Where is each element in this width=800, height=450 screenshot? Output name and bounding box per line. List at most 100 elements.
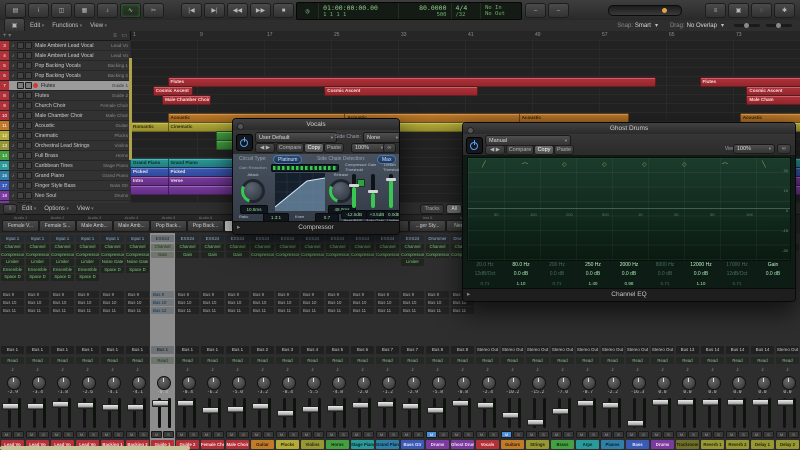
fader-thumb[interactable] [427, 406, 444, 414]
pan-knob[interactable] [756, 376, 771, 390]
solo-button[interactable]: S [713, 431, 724, 438]
fader-thumb[interactable] [752, 399, 769, 406]
pan-knob[interactable] [581, 376, 596, 390]
eq-band-column[interactable]: 8000 Hz 0.0 dB 0.71 [647, 261, 683, 291]
track-solo-button[interactable] [25, 82, 32, 89]
fader-track[interactable] [108, 398, 111, 428]
mixer-top-name-button[interactable]: Female S... [39, 220, 76, 232]
lcd-time[interactable]: 01:00:00:00.00 [323, 4, 394, 12]
pan-knob[interactable] [531, 376, 546, 390]
send-slot[interactable]: Bus 11 [276, 307, 299, 314]
go-end-button[interactable]: ▶| [204, 3, 225, 18]
insert-slot[interactable]: Gain [226, 251, 249, 258]
fader-thumb[interactable] [277, 409, 294, 417]
mute-button[interactable]: M [476, 431, 487, 438]
solo-button[interactable]: S [188, 431, 199, 438]
solo-button[interactable]: S [63, 431, 74, 438]
solo-button[interactable]: S [613, 431, 624, 438]
eq-band-frequency[interactable]: 20.0 Hz [467, 261, 503, 270]
track-mute-button[interactable] [17, 82, 24, 89]
channel-name[interactable]: Ghost Drums [451, 440, 474, 449]
insert-slot[interactable]: Channel EQ [201, 244, 224, 251]
instrument-slot[interactable]: Input 1 [26, 235, 49, 242]
insert-slot[interactable]: Limiter [401, 259, 424, 266]
pan-knob[interactable] [331, 376, 346, 390]
solo-button[interactable]: S [263, 431, 274, 438]
insert-slot[interactable]: Limiter [76, 259, 99, 266]
output-slot[interactable]: Bus 1 [101, 346, 124, 354]
send-slot[interactable]: Bus 11 [376, 307, 399, 314]
pan-knob[interactable] [156, 376, 171, 390]
eq-band-column[interactable]: 80.0 Hz 0.0 dB 1.10 [503, 261, 539, 291]
send-slot[interactable]: Bus 9 [276, 291, 299, 298]
volume-value[interactable]: -1.2 [376, 390, 399, 396]
pan-knob[interactable] [356, 376, 371, 390]
mute-button[interactable]: M [601, 431, 612, 438]
mixer-top-name-button[interactable]: Pop Back... [150, 220, 187, 232]
fader-thumb[interactable] [302, 406, 319, 414]
track-row[interactable]: 4 ♪ Male Ambient Lead Vocal Lead Vo [0, 51, 130, 61]
output-slot[interactable]: Stereo Out [776, 346, 799, 354]
fader-thumb[interactable] [627, 420, 644, 428]
mixer-top-name-button[interactable]: Pop Back... [187, 220, 224, 232]
eq-band-gain[interactable]: 0.0 dB [611, 270, 647, 279]
volume-value[interactable]: -0.8 [451, 390, 474, 396]
send-slot[interactable]: Bus 11 [101, 307, 124, 314]
pan-knob[interactable] [81, 376, 96, 390]
insert-slot[interactable]: Channel EQ [1, 244, 24, 251]
send-slot[interactable]: Bus 10 [126, 299, 149, 306]
channel-name[interactable]: Guitars [501, 440, 524, 449]
send-slot[interactable]: Bus 10 [426, 299, 449, 306]
track-solo-button[interactable] [25, 112, 32, 119]
pan-knob[interactable] [406, 376, 421, 390]
pan-knob[interactable] [281, 376, 296, 390]
volume-value[interactable]: -8.4 [276, 390, 299, 396]
eq-band-gain[interactable]: 0.0 dB [503, 270, 539, 279]
channel-name[interactable]: Reverb 1 [701, 440, 724, 449]
master-volume-slider[interactable] [608, 5, 682, 16]
mute-button[interactable]: M [551, 431, 562, 438]
solo-button[interactable]: S [513, 431, 524, 438]
arrange-region[interactable]: Romantic [130, 121, 170, 132]
threshold-slider[interactable] [349, 174, 359, 208]
output-slot[interactable]: Bus 14 [701, 346, 724, 354]
plugin-power-icon[interactable] [236, 134, 253, 151]
send-slot[interactable]: Bus 9 [151, 291, 174, 298]
eq-copy-button[interactable]: Copy [534, 145, 554, 155]
insert-slot[interactable]: Channel EQ [376, 244, 399, 251]
library-icon[interactable]: ▤ [5, 3, 26, 18]
output-slot[interactable]: Bus 4 [301, 346, 324, 354]
track-mute-button[interactable] [17, 172, 24, 179]
send-slot[interactable]: Bus 10 [176, 299, 199, 306]
eq-band-frequency[interactable]: 12000 Hz [683, 261, 719, 270]
master-volume-thumb[interactable] [662, 8, 667, 13]
output-slot[interactable]: Bus 2 [251, 346, 274, 354]
automation-mode[interactable]: Read [376, 357, 399, 364]
track-row[interactable]: 11 ♪ Acoustic Guitar [0, 121, 130, 131]
send-slot[interactable]: Bus 11 [76, 307, 99, 314]
insert-slot[interactable]: Channel EQ [26, 244, 49, 251]
track-mute-button[interactable] [17, 122, 24, 129]
drag-value[interactable]: No Overlap [687, 23, 717, 29]
makeup-gain-slider[interactable] [368, 174, 378, 208]
insert-slot[interactable]: Compressor [426, 251, 449, 258]
track-mute-button[interactable] [17, 72, 24, 79]
track-row[interactable]: 17 ♪ Finger Style Bass Bass Gtr [0, 181, 130, 191]
send-slot[interactable]: Bus 10 [226, 299, 249, 306]
inspector-icon[interactable]: i [28, 3, 49, 18]
forward-button[interactable]: ▶▶ [250, 3, 271, 18]
mixer-top-name-button[interactable]: Female V... [2, 220, 39, 232]
h-zoom-slider[interactable] [734, 23, 760, 28]
fader-thumb[interactable] [77, 402, 94, 410]
eq-band-icon[interactable]: ◇ [642, 161, 647, 168]
channel-strip[interactable]: Input 1 Channel EQCompressorLimiterEnsemb… [75, 233, 101, 450]
solo-button[interactable]: S [338, 431, 349, 438]
automation-mode[interactable]: Read [551, 357, 574, 364]
automation-mode[interactable]: Read [501, 357, 524, 364]
insert-slot[interactable]: Gain [151, 251, 174, 258]
lcd-tempo-section[interactable]: 80.0000 500 [399, 3, 452, 19]
solo-button[interactable]: S [438, 431, 449, 438]
menu-edit[interactable]: Edit ▾ [30, 23, 44, 29]
track-solo-button[interactable] [25, 192, 32, 199]
automation-mode[interactable]: Read [326, 357, 349, 364]
